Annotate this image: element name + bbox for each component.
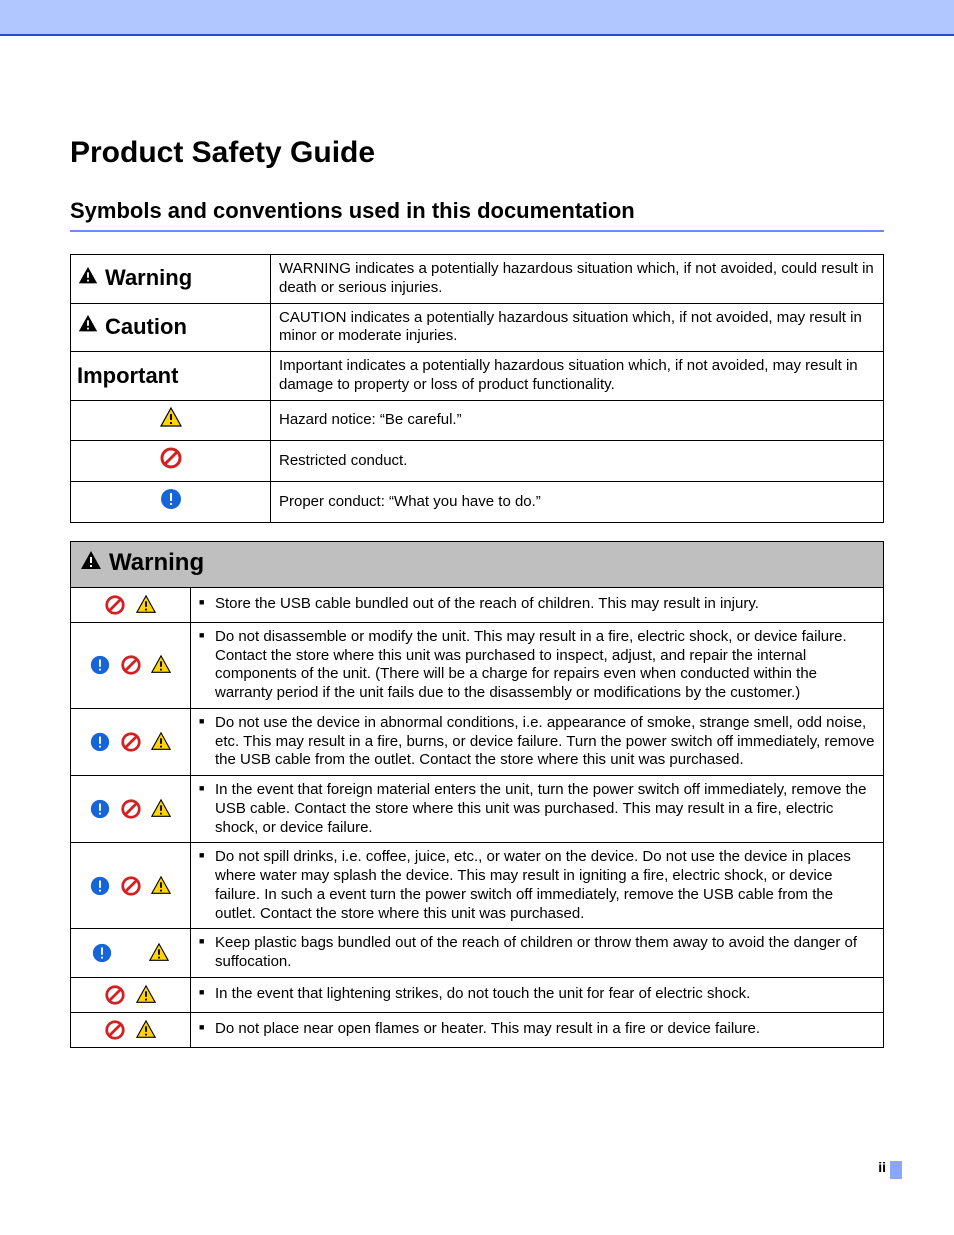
warning-text: Do not spill drinks, i.e. coffee, juice,… <box>199 848 875 923</box>
symbol-label-cell: Warning <box>71 255 271 304</box>
symbol-icon-cell <box>71 482 271 523</box>
info-icon <box>159 498 183 515</box>
prohibit-icon <box>120 654 142 676</box>
warning-text: Store the USB cable bundled out of the r… <box>199 595 875 614</box>
symbol-label-cell: Important <box>71 352 271 401</box>
info-icon <box>89 875 111 897</box>
hazard-icon <box>135 984 157 1006</box>
warning-text-cell: Do not disassemble or modify the unit. T… <box>191 622 884 708</box>
alert-icon <box>77 313 99 342</box>
warning-icon-cell <box>71 1012 191 1047</box>
page-corner-tab <box>890 1161 902 1179</box>
table-row: Do not spill drinks, i.e. coffee, juice,… <box>71 843 884 929</box>
warning-text-cell: Do not place near open flames or heater.… <box>191 1012 884 1047</box>
hazard-icon <box>148 942 170 964</box>
page-title: Product Safety Guide <box>70 136 884 170</box>
prohibit-icon <box>120 798 142 820</box>
warning-header-label: Warning <box>109 549 204 576</box>
table-row: Warning WARNING indicates a potentially … <box>71 255 884 304</box>
page-content: Product Safety Guide Symbols and convent… <box>0 36 954 1048</box>
table-row: Do not disassemble or modify the unit. T… <box>71 622 884 708</box>
symbols-table: Warning WARNING indicates a potentially … <box>70 254 884 523</box>
prohibit-icon <box>120 875 142 897</box>
page-top-bar <box>0 0 954 36</box>
hazard-icon <box>135 1019 157 1041</box>
table-row: Warning <box>71 541 884 587</box>
table-row: Store the USB cable bundled out of the r… <box>71 587 884 622</box>
warning-text-cell: In the event that lightening strikes, do… <box>191 977 884 1012</box>
warning-text-cell: Store the USB cable bundled out of the r… <box>191 587 884 622</box>
info-icon <box>89 654 111 676</box>
symbol-description: Important indicates a potentially hazard… <box>271 352 884 401</box>
warning-text: Do not disassemble or modify the unit. T… <box>199 628 875 703</box>
page-number: ii <box>878 1159 886 1175</box>
hazard-icon <box>150 654 172 676</box>
table-row: Do not use the device in abnormal condit… <box>71 708 884 775</box>
prohibit-icon <box>104 984 126 1006</box>
symbol-description: CAUTION indicates a potentially hazardou… <box>271 303 884 352</box>
alert-icon <box>79 549 103 581</box>
symbol-description: Proper conduct: “What you have to do.” <box>271 482 884 523</box>
table-row: In the event that foreign material enter… <box>71 776 884 843</box>
warning-header-cell: Warning <box>71 541 884 587</box>
warning-icon-cell <box>71 776 191 843</box>
symbol-icon-cell <box>71 400 271 441</box>
table-row: Caution CAUTION indicates a potentially … <box>71 303 884 352</box>
hazard-icon <box>159 417 183 434</box>
warning-icon-cell <box>71 622 191 708</box>
table-row: Keep plastic bags bundled out of the rea… <box>71 929 884 978</box>
hazard-icon <box>135 594 157 616</box>
symbol-icon-cell <box>71 441 271 482</box>
warning-text: Keep plastic bags bundled out of the rea… <box>199 934 875 972</box>
warning-text: In the event that lightening strikes, do… <box>199 985 875 1004</box>
hazard-icon <box>150 798 172 820</box>
prohibit-icon <box>104 594 126 616</box>
prohibit-icon <box>159 457 183 474</box>
warning-text: Do not place near open flames or heater.… <box>199 1020 875 1039</box>
info-icon <box>89 798 111 820</box>
warning-icon-cell <box>71 977 191 1012</box>
warning-text-cell: Keep plastic bags bundled out of the rea… <box>191 929 884 978</box>
info-icon <box>91 942 113 964</box>
warning-text: In the event that foreign material enter… <box>199 781 875 837</box>
warning-text-cell: In the event that foreign material enter… <box>191 776 884 843</box>
symbol-description: Hazard notice: “Be careful.” <box>271 400 884 441</box>
table-row: Important Important indicates a potentia… <box>71 352 884 401</box>
symbol-label: Warning <box>105 265 192 290</box>
table-row: Proper conduct: “What you have to do.” <box>71 482 884 523</box>
warning-icon-cell <box>71 843 191 929</box>
table-row: In the event that lightening strikes, do… <box>71 977 884 1012</box>
warning-icon-cell <box>71 708 191 775</box>
warning-text: Do not use the device in abnormal condit… <box>199 714 875 770</box>
hazard-icon <box>150 731 172 753</box>
table-row: Restricted conduct. <box>71 441 884 482</box>
warning-icon-cell <box>71 587 191 622</box>
alert-icon <box>77 265 99 294</box>
symbol-label: Caution <box>105 314 187 339</box>
symbol-label: Important <box>77 363 178 388</box>
info-icon <box>89 731 111 753</box>
symbol-description: Restricted conduct. <box>271 441 884 482</box>
hazard-icon <box>150 875 172 897</box>
symbol-description: WARNING indicates a potentially hazardou… <box>271 255 884 304</box>
symbol-label-cell: Caution <box>71 303 271 352</box>
subtitle-rule <box>70 230 884 232</box>
prohibit-icon <box>104 1019 126 1041</box>
warning-text-cell: Do not use the device in abnormal condit… <box>191 708 884 775</box>
section-subtitle: Symbols and conventions used in this doc… <box>70 198 884 224</box>
prohibit-icon <box>120 731 142 753</box>
warning-icon-cell <box>71 929 191 978</box>
table-row: Do not place near open flames or heater.… <box>71 1012 884 1047</box>
warning-table: Warning Store the USB cable bundled out … <box>70 541 884 1048</box>
table-row: Hazard notice: “Be careful.” <box>71 400 884 441</box>
warning-text-cell: Do not spill drinks, i.e. coffee, juice,… <box>191 843 884 929</box>
